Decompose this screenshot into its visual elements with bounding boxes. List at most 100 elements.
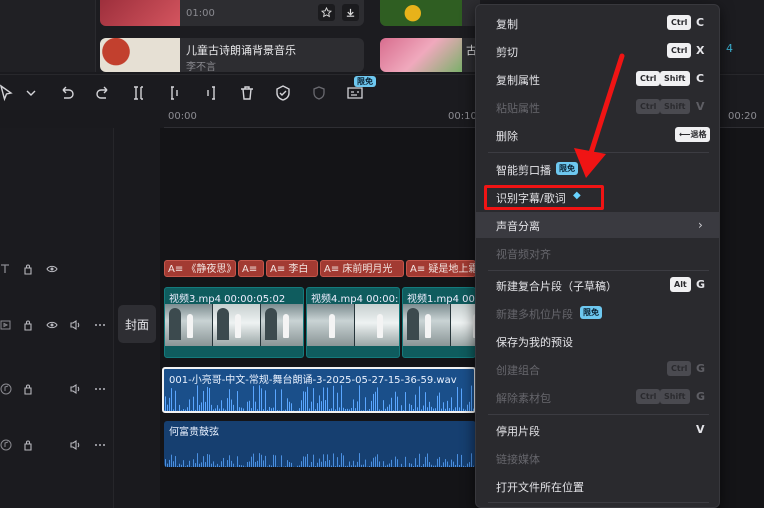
split-button[interactable] (130, 84, 148, 102)
more-icon[interactable] (94, 319, 106, 331)
free-badge: 限免 (580, 306, 602, 319)
menu-item-link-media[interactable]: 链接媒体 (476, 445, 719, 471)
trim-left-button[interactable] (166, 84, 184, 102)
waveform-bar (315, 409, 316, 411)
eye-icon[interactable] (46, 319, 58, 331)
waveform-bar (321, 401, 322, 411)
menu-item-align-av[interactable]: 视音频对齐 (476, 240, 719, 266)
redo-button[interactable] (94, 84, 112, 102)
waveform-bar (235, 410, 236, 411)
waveform-bar (433, 465, 434, 467)
lock-icon[interactable] (22, 263, 34, 275)
more-icon[interactable] (94, 439, 106, 451)
menu-item-disable-clip[interactable]: 停用片段 V (476, 417, 719, 443)
lock-icon[interactable] (22, 383, 34, 395)
speaker-icon[interactable] (70, 319, 82, 331)
video-clip-label: 视频3.mp4 00:00:05:02 (169, 294, 286, 305)
cover-button[interactable]: 封面 (118, 305, 156, 343)
video-clip[interactable]: 视频1.mp4 00 (402, 287, 476, 358)
waveform-bar (275, 455, 276, 467)
media-card-1[interactable]: 01:00 (100, 0, 364, 26)
menu-label: 保存为我的预设 (496, 336, 573, 349)
waveform-bar (255, 461, 256, 467)
menu-item-open-location[interactable]: 打开文件所在位置 (476, 473, 719, 499)
lock-icon[interactable] (22, 319, 34, 331)
text-clip[interactable]: A≡ 《静夜思》 (164, 260, 236, 277)
delete-button[interactable] (238, 84, 256, 102)
waveform-bar (419, 453, 420, 467)
waveform-bar (285, 409, 286, 411)
menu-label: 删除 (496, 130, 518, 143)
waveform-bar (471, 453, 472, 467)
waveform-bar (311, 461, 312, 467)
text-clip[interactable]: A≡ 床前明月光 (320, 260, 404, 277)
favorite-star-button[interactable] (318, 4, 335, 21)
protect-button[interactable] (310, 84, 328, 102)
text-clip[interactable]: A≡ 李白 (266, 260, 318, 277)
media-card-3[interactable] (380, 0, 480, 26)
video-frames (403, 304, 475, 346)
chevron-right-icon: › (698, 218, 703, 232)
waveform-bar (451, 459, 452, 467)
waveform-bar (395, 456, 396, 467)
menu-item-ungroup[interactable]: 解除素材包 Ctrl Shift G (476, 384, 719, 410)
speaker-icon[interactable] (70, 439, 82, 451)
waveform-bar (249, 400, 250, 411)
bgm-audio-clip[interactable]: 何富贵鼓弦 (164, 421, 476, 467)
waveform-bar (439, 457, 440, 467)
ruler-label-20: 00:20 (728, 111, 757, 122)
text-clip[interactable]: A≡ (238, 260, 264, 277)
waveform-bar (171, 388, 172, 411)
waveform-bar (361, 464, 362, 467)
video-clip[interactable]: 视频3.mp4 00:00:05:02 (164, 287, 304, 358)
cursor-mode-dropdown[interactable] (22, 84, 36, 102)
mark-button[interactable] (274, 84, 292, 102)
lock-icon[interactable] (22, 439, 34, 451)
trim-right-button[interactable] (202, 84, 220, 102)
download-button[interactable] (342, 4, 359, 21)
waveform-bar (401, 463, 402, 467)
waveform-bar (277, 410, 278, 411)
waveform-bar (443, 402, 444, 411)
waveform-bar (203, 390, 204, 411)
eye-icon[interactable] (46, 263, 58, 275)
undo-button[interactable] (58, 84, 76, 102)
waveform-bar (447, 461, 448, 467)
waveform-bar (169, 397, 170, 411)
waveform-bar (369, 465, 370, 467)
waveform-bar (303, 456, 304, 467)
waveform-bar (243, 465, 244, 467)
speaker-icon[interactable] (70, 383, 82, 395)
menu-item-copy[interactable]: 复制 Ctrl C (476, 10, 719, 36)
menu-item-create-group[interactable]: 创建组合 Ctrl G (476, 356, 719, 382)
waveform-bar (441, 408, 442, 411)
waveform-bar (375, 391, 376, 411)
video-clip[interactable]: 视频4.mp4 00:00:0 (306, 287, 400, 358)
menu-item-new-multicam[interactable]: 新建多机位片段 限免 (476, 300, 719, 326)
waveform-bar (359, 385, 360, 411)
waveform-bar (417, 407, 418, 411)
select-cursor-button[interactable] (0, 84, 16, 102)
text-clip[interactable]: A≡ 疑是地上霜 (406, 260, 476, 277)
media-card-2[interactable]: 儿童古诗朗诵背景音乐 李不言 (100, 38, 364, 72)
menu-item-voice-separation[interactable]: 声音分离 › (476, 212, 719, 238)
more-icon[interactable] (94, 383, 106, 395)
waveform-bar (209, 454, 210, 467)
waveform-bar (185, 466, 186, 467)
waveform-bar (183, 460, 184, 467)
waveform-bar (269, 406, 270, 411)
menu-item-save-preset[interactable]: 保存为我的预设 (476, 328, 719, 354)
waveform-bar (207, 386, 208, 411)
media-card-4[interactable]: 古 (380, 38, 480, 72)
waveform-bar (309, 465, 310, 467)
voice-audio-clip[interactable]: 001-小亮哥-中文-常规-舞台朗诵-3-2025-05-27-15-36-59… (162, 367, 476, 413)
menu-item-new-compound[interactable]: 新建复合片段（子草稿） Alt G (476, 272, 719, 298)
waveform-bar (387, 464, 388, 467)
waveform-bar (405, 392, 406, 411)
waveform-bar (439, 392, 440, 411)
menu-separator (488, 414, 709, 415)
waveform-bar (185, 409, 186, 411)
waveform-bar (219, 408, 220, 411)
waveform-bar (447, 400, 448, 411)
waveform-bar (345, 465, 346, 467)
